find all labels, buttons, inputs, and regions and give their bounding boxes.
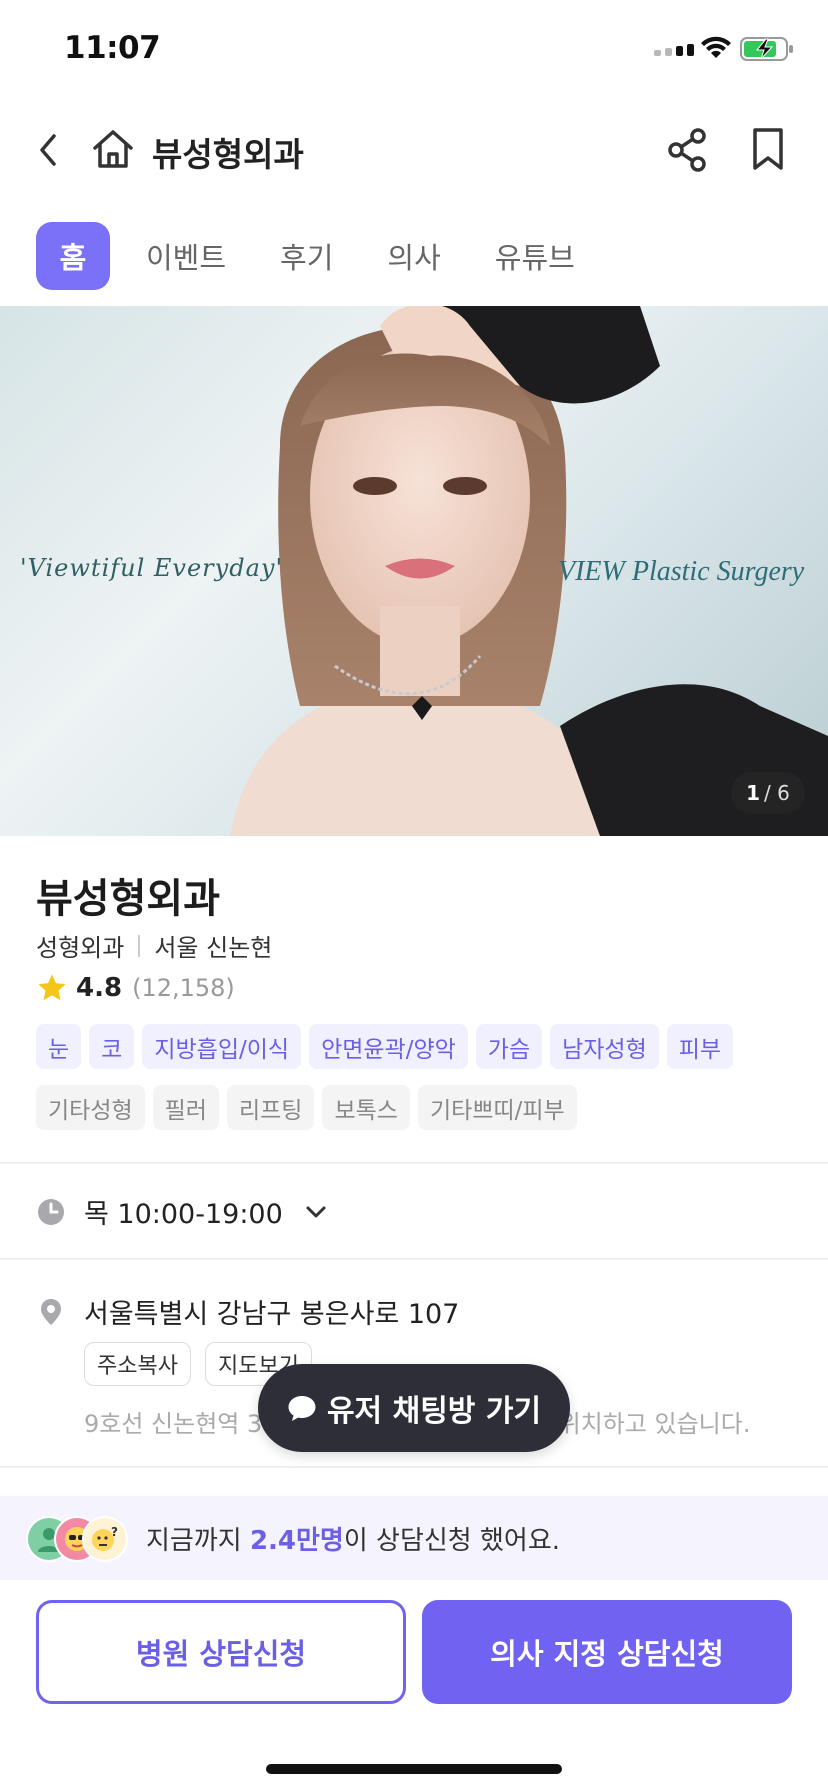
carousel-total-pages: / 6	[764, 781, 790, 805]
clinic-meta: 성형외과 서울 신논현	[36, 928, 272, 963]
carousel-page-indicator: 1 / 6	[731, 772, 805, 814]
wifi-icon	[701, 36, 731, 58]
section-divider	[0, 1162, 828, 1164]
tab-home[interactable]: 홈	[36, 222, 110, 290]
thinking-face-icon: ?	[92, 1525, 118, 1551]
home-icon[interactable]	[90, 126, 136, 172]
avatar-group: ?	[26, 1510, 136, 1566]
banner-suffix: 이 상담신청 했어요.	[343, 1525, 561, 1556]
consult-count-text: 지금까지 2.4만명이 상담신청 했어요.	[146, 1520, 560, 1557]
tag-chip[interactable]: 리프팅	[226, 1085, 315, 1130]
hero-slogan-text: 'Viewtiful Everyday'	[20, 554, 284, 582]
battery-charging-icon	[740, 37, 793, 61]
tag-chip[interactable]: 기타성형	[36, 1085, 145, 1130]
svg-text:?: ?	[111, 1525, 118, 1539]
chevron-down-icon[interactable]	[305, 1205, 327, 1219]
app-header: 뷰성형외과	[0, 110, 828, 190]
tag-chip[interactable]: 안면윤곽/양악	[309, 1024, 468, 1069]
chatroom-label: 유저 채팅방 가기	[326, 1394, 542, 1429]
tag-chip[interactable]: 지방흡입/이식	[142, 1024, 302, 1069]
tag-chip[interactable]: 필러	[152, 1085, 219, 1130]
address-row: 서울특별시 강남구 봉은사로 107	[40, 1292, 459, 1331]
copy-address-button[interactable]: 주소복사	[84, 1342, 191, 1386]
star-icon	[38, 974, 66, 1001]
hospital-consult-button[interactable]: 병원 상담신청	[36, 1600, 406, 1704]
tab-bar: 홈 이벤트 후기 의사 유튜브	[36, 222, 611, 290]
consult-count-banner: ? 지금까지 2.4만명이 상담신청 했어요.	[0, 1496, 828, 1580]
bookmark-icon[interactable]	[750, 126, 786, 172]
back-arrow-icon[interactable]	[32, 130, 68, 170]
clinic-category: 성형외과	[36, 934, 125, 962]
banner-highlight-count: 2.4만명	[249, 1525, 344, 1556]
carousel-current-page: 1	[746, 781, 761, 805]
tag-chip[interactable]: 코	[89, 1024, 135, 1069]
banner-prefix: 지금까지	[146, 1525, 250, 1556]
tab-events[interactable]: 이벤트	[128, 222, 244, 290]
share-icon[interactable]	[666, 128, 710, 172]
chat-bubble-icon	[288, 1396, 316, 1421]
tag-chip[interactable]: 기타쁘띠/피부	[417, 1085, 577, 1130]
home-indicator[interactable]	[266, 1764, 562, 1774]
hero-brand-text: VIEW Plastic Surgery	[558, 556, 805, 587]
tab-youtube[interactable]: 유튜브	[477, 222, 593, 290]
header-title: 뷰성형외과	[152, 135, 304, 174]
opening-hours-text: 목 10:00-19:00	[84, 1199, 283, 1230]
tag-chip[interactable]: 가슴	[475, 1024, 543, 1069]
tag-chip[interactable]: 남자성형	[550, 1024, 659, 1069]
rating-review-count: (12,158)	[132, 974, 235, 1002]
clock-icon	[38, 1198, 64, 1225]
hero-image-carousel[interactable]: 'Viewtiful Everyday' VIEW Plastic Surger…	[0, 306, 828, 836]
tag-chip[interactable]: 피부	[666, 1024, 734, 1069]
doctor-consult-button[interactable]: 의사 지정 상담신청	[422, 1600, 792, 1704]
specialty-tags: 눈 코 지방흡입/이식 안면윤곽/양악 가슴 남자성형 피부	[36, 1024, 796, 1069]
clinic-location: 서울 신논현	[154, 934, 273, 962]
user-chatroom-button[interactable]: 유저 채팅방 가기	[258, 1364, 570, 1452]
clinic-name: 뷰성형외과	[36, 876, 220, 922]
tab-reviews[interactable]: 후기	[262, 222, 351, 290]
address-text: 서울특별시 강남구 봉은사로 107	[84, 1299, 460, 1330]
meta-divider	[138, 934, 141, 957]
avatar: ?	[82, 1516, 128, 1562]
rating-score: 4.8	[76, 973, 123, 1003]
location-pin-icon	[41, 1298, 61, 1325]
clinic-rating[interactable]: 4.8 (12,158)	[36, 972, 235, 1004]
status-bar: 11:07	[0, 0, 828, 100]
other-tags: 기타성형 필러 리프팅 보톡스 기타쁘띠/피부	[36, 1085, 796, 1130]
tag-chip[interactable]: 눈	[36, 1024, 82, 1069]
status-time: 11:07	[64, 30, 161, 66]
tag-chip[interactable]: 보톡스	[322, 1085, 410, 1130]
section-divider	[0, 1466, 828, 1468]
section-divider	[0, 1258, 828, 1260]
opening-hours-row[interactable]: 목 10:00-19:00	[36, 1192, 327, 1231]
tab-doctors[interactable]: 의사	[369, 222, 458, 290]
signal-icon	[654, 44, 694, 56]
